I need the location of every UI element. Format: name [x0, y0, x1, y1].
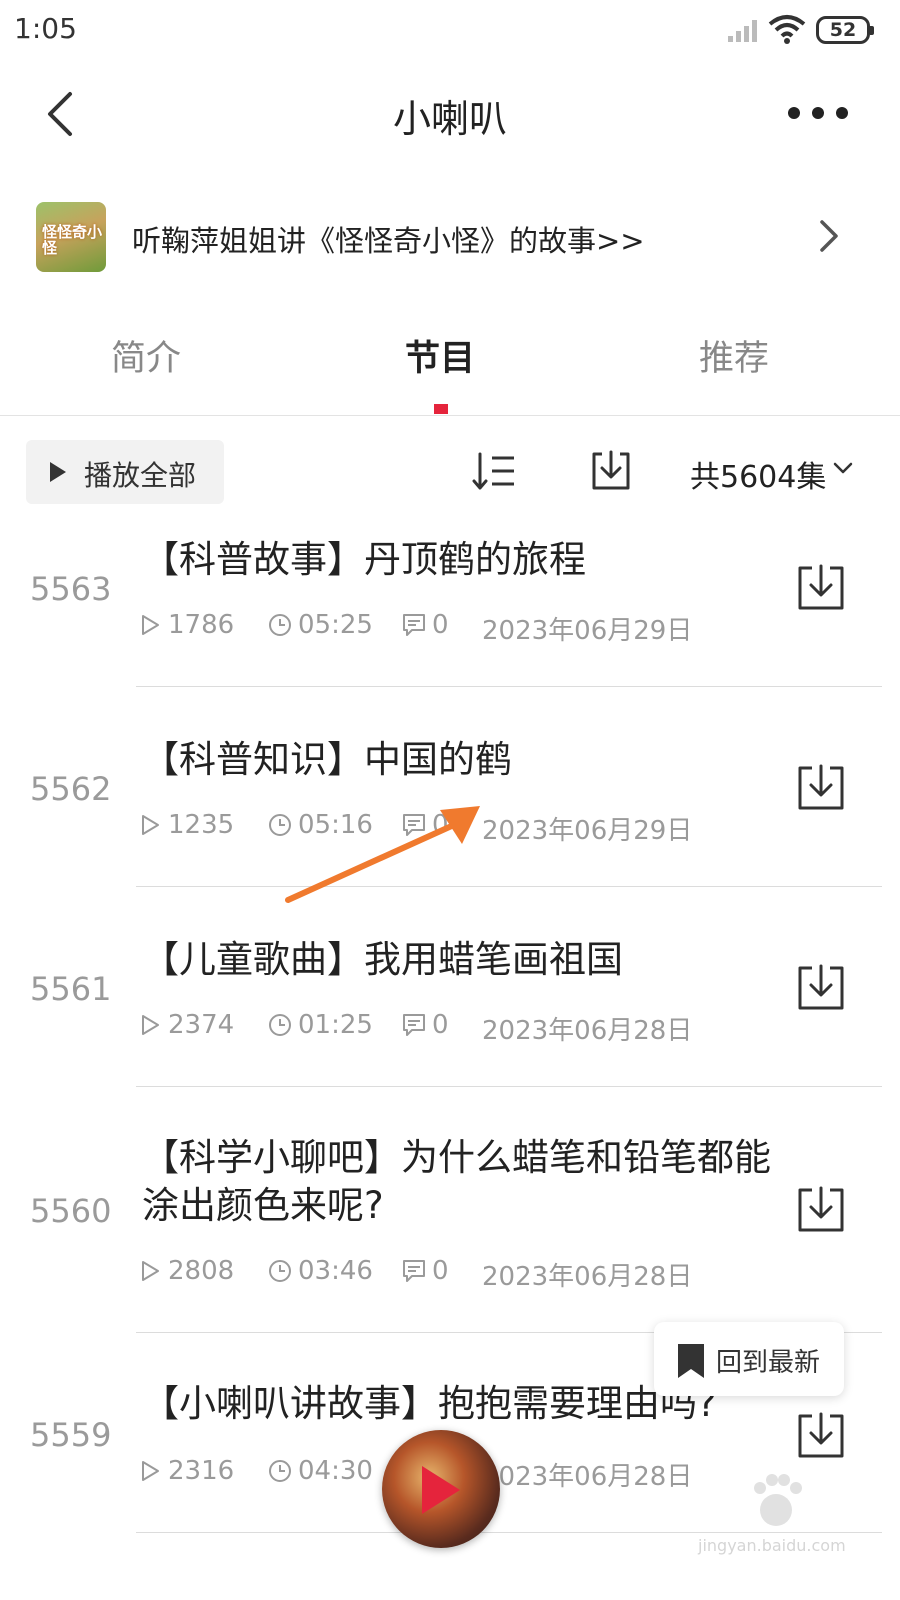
play-count-value: 2374 [168, 1010, 235, 1040]
page-title: 小喇叭 [392, 97, 507, 141]
comment-icon [403, 1014, 425, 1036]
mini-player-button[interactable] [382, 1430, 500, 1548]
episode-row[interactable]: 5560 【科学小聊吧】为什么蜡笔和铅笔都能涂出颜色来呢? 2808 03:46… [0, 1088, 900, 1334]
divider [136, 1086, 882, 1087]
nav-bar: 小喇叭 [0, 70, 900, 160]
play-count-icon [142, 1261, 159, 1281]
publish-date: 2023年06月29日 [482, 816, 693, 846]
tab-intro[interactable]: 简介 [46, 330, 246, 381]
episode-number: 5562 [30, 770, 112, 808]
download-icon[interactable] [796, 964, 846, 1012]
play-count: 2316 [138, 1456, 234, 1486]
duration: 03:46 [268, 1256, 373, 1286]
duration-value: 04:30 [298, 1456, 373, 1486]
back-to-latest-button[interactable]: 回到最新 [654, 1322, 844, 1396]
publish-date: 2023年06月29日 [482, 616, 693, 646]
active-tab-indicator [434, 404, 448, 414]
clock-icon [269, 1014, 291, 1036]
bookmark-icon [678, 1344, 704, 1378]
comment-icon [403, 1260, 425, 1282]
album-banner-text: 听鞠萍姐姐讲《怪怪奇小怪》的故事>> [132, 224, 645, 258]
download-all-icon[interactable] [588, 448, 634, 494]
comment-icon [403, 614, 425, 636]
battery-indicator: 52 [816, 16, 874, 44]
publish-date: 2023年06月28日 [482, 1262, 693, 1292]
comment-count-value: 0 [432, 1010, 449, 1040]
comments: 0 [402, 610, 449, 640]
album-banner-link[interactable]: 怪怪奇小怪 听鞠萍姐姐讲《怪怪奇小怪》的故事>> [0, 196, 900, 280]
album-thumbnail-text: 怪怪奇小怪 [42, 223, 103, 257]
episode-number: 5559 [30, 1416, 112, 1454]
download-icon[interactable] [796, 764, 846, 812]
status-bar: 1:05 52 [0, 0, 900, 62]
play-count-value: 2808 [168, 1256, 235, 1286]
comments: 0 [402, 1256, 449, 1286]
episode-title: 【科普知识】中国的鹤 [142, 738, 512, 781]
clock-icon [269, 614, 291, 636]
play-icon [422, 1466, 460, 1514]
episode-meta: 2808 03:46 0 2023年06月28日 [138, 1256, 738, 1292]
clock-icon [269, 1460, 291, 1482]
status-time: 1:05 [14, 12, 77, 45]
play-count: 1786 [138, 610, 234, 640]
tab-bar: 简介 节目 推荐 [0, 320, 900, 416]
comment-count-value: 0 [432, 610, 449, 640]
duration-value: 05:25 [298, 610, 373, 640]
episode-title: 【科学小聊吧】为什么蜡笔和铅笔都能涂出颜色来呢? [142, 1136, 771, 1227]
watermark-text: jingyan.baidu.com [698, 1536, 846, 1555]
duration-value: 03:46 [298, 1256, 373, 1286]
play-count-icon [142, 1461, 159, 1481]
sort-icon[interactable] [470, 450, 518, 492]
download-icon[interactable] [796, 564, 846, 612]
play-count: 2808 [138, 1256, 234, 1286]
play-count-value: 2316 [168, 1456, 235, 1486]
episode-row[interactable]: 5563 【科普故事】丹顶鹤的旅程 1786 05:25 0 2023年06月2… [0, 510, 900, 688]
duration: 01:25 [268, 1010, 373, 1040]
play-all-button[interactable]: 播放全部 [26, 440, 224, 504]
episode-number: 5561 [30, 970, 112, 1008]
publish-date: 2023年06月28日 [482, 1016, 693, 1046]
tab-episodes[interactable]: 节目 [340, 330, 540, 381]
episode-number: 5560 [30, 1192, 112, 1230]
play-count: 2374 [138, 1010, 234, 1040]
baidu-watermark: jingyan.baidu.com [676, 1470, 876, 1560]
episode-toolbar: 播放全部 共5604集 [0, 438, 900, 508]
duration-value: 01:25 [298, 1010, 373, 1040]
play-count-icon [142, 1015, 159, 1035]
play-count: 1235 [138, 810, 234, 840]
duration: 05:25 [268, 610, 373, 640]
annotation-arrow-icon [285, 806, 480, 903]
chevron-right-icon [820, 220, 838, 252]
comments: 0 [402, 1010, 449, 1040]
back-to-latest-label: 回到最新 [716, 1348, 821, 1378]
paw-logo-icon [754, 1474, 802, 1526]
duration: 04:30 [268, 1456, 373, 1486]
comment-count-value: 0 [432, 1256, 449, 1286]
episode-title: 【儿童歌曲】我用蜡笔画祖国 [142, 938, 623, 981]
wifi-icon [768, 15, 806, 44]
download-icon[interactable] [796, 1412, 846, 1460]
play-count-value: 1786 [168, 610, 235, 640]
tab-recommend[interactable]: 推荐 [634, 330, 834, 381]
episode-meta: 1786 05:25 0 2023年06月29日 [138, 610, 738, 646]
episode-row[interactable]: 5561 【儿童歌曲】我用蜡笔画祖国 2374 01:25 0 2023年06月… [0, 888, 900, 1088]
more-options-icon[interactable] [786, 104, 850, 122]
episode-title: 【科普故事】丹顶鹤的旅程 [142, 538, 586, 581]
download-icon[interactable] [796, 1186, 846, 1234]
episode-meta: 2374 01:25 0 2023年06月28日 [138, 1010, 738, 1046]
episode-count-selector[interactable]: 共5604集 [690, 452, 826, 496]
album-thumbnail: 怪怪奇小怪 [36, 202, 106, 272]
episode-number: 5563 [30, 570, 112, 608]
play-count-icon [142, 615, 159, 635]
chevron-down-icon[interactable] [832, 460, 854, 476]
clock-icon [269, 1260, 291, 1282]
divider [136, 686, 882, 687]
play-count-value: 1235 [168, 810, 235, 840]
play-count-icon [142, 815, 159, 835]
play-icon [50, 462, 66, 482]
divider [136, 886, 882, 887]
publish-date: 2023年06月28日 [482, 1462, 693, 1492]
play-all-label: 播放全部 [84, 459, 197, 492]
signal-icon [728, 20, 757, 42]
